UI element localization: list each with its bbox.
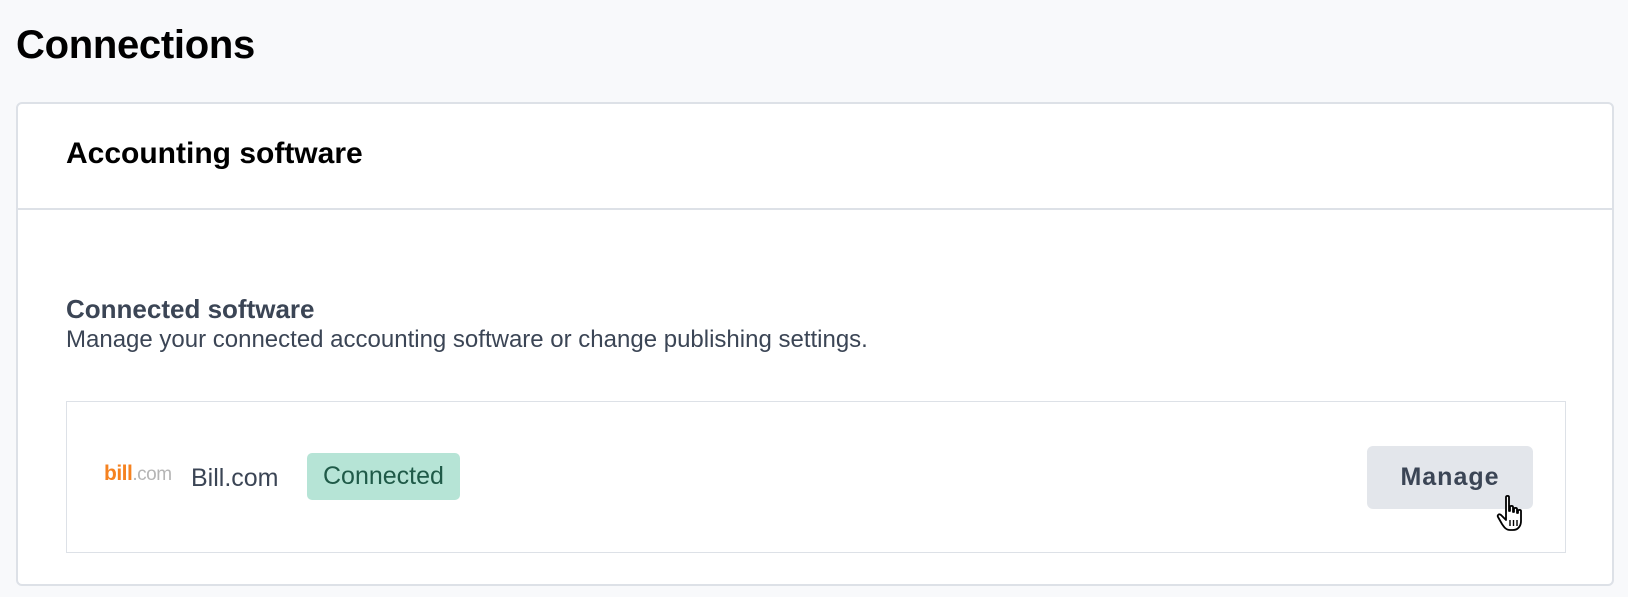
section-description: Manage your connected accounting softwar… [66,326,868,353]
integration-row-bill-com: bill .com Bill.com Connected Manage [66,401,1566,553]
status-badge: Connected [307,453,460,500]
bill-com-logo: bill .com [104,462,172,492]
logo-primary-text: bill [104,462,133,485]
accounting-software-card: Accounting software Connected software M… [16,102,1614,586]
integration-name: Bill.com [191,464,279,492]
logo-secondary-text: .com [132,464,172,485]
card-title: Accounting software [66,137,363,170]
section-title: Connected software [66,294,315,324]
hand-pointer-icon [1496,494,1522,531]
page-title: Connections [16,23,255,67]
card-header: Accounting software [18,104,1612,210]
